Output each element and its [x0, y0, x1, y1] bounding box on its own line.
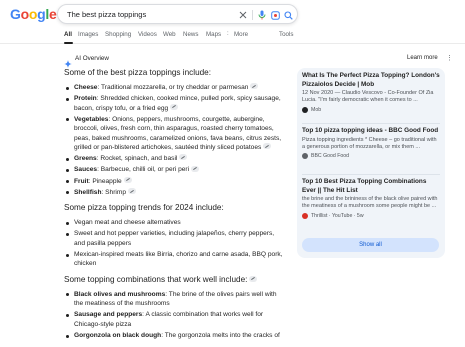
item-text: Sweet and hot pepper varieties, includin…: [74, 230, 275, 247]
list-item: Shellfish: Shrimp: [64, 188, 286, 197]
list-item: Greens: Rocket, spinach, and basil: [64, 154, 286, 163]
list-item: Cheese: Traditional mozzarella, or try c…: [64, 83, 286, 92]
source-snippet: 12 Nov 2020 — Claudio Vescovo - Co-Found…: [302, 90, 434, 104]
item-text: : Shredded chicken, cooked mince, pulled…: [74, 95, 281, 112]
site-name: Thrillist · YouTube · 5w: [311, 212, 364, 219]
source-card[interactable]: What Is The Perfect Pizza Topping? Londo…: [297, 72, 445, 113]
list-item: Sausage and peppers: A classic combinati…: [64, 310, 286, 329]
source-link-icon[interactable]: [263, 143, 272, 150]
source-title[interactable]: Top 10 Best Pizza Topping Combinations E…: [302, 178, 440, 195]
more-options-icon[interactable]: ⋮: [446, 54, 453, 64]
toppings-list: Cheese: Traditional mozzarella, or try c…: [64, 83, 286, 197]
search-tabs: All Images Shopping Videos Web News Maps…: [0, 28, 465, 44]
search-box[interactable]: The best pizza toppings: [57, 4, 298, 24]
logo-letter: e: [48, 6, 57, 22]
trends-list: Vegan meat and cheese alternatives Sweet…: [64, 218, 286, 269]
list-item: Sauces: Barbecue, chilli oil, or peri pe…: [64, 165, 286, 174]
divider: :: [227, 31, 229, 37]
combinations-list: Black olives and mushrooms: The brine of…: [64, 290, 286, 341]
clear-icon[interactable]: [237, 9, 249, 21]
section-heading: Some topping combinations that work well…: [64, 275, 286, 285]
site-favicon-icon: [302, 106, 308, 113]
ai-overview-content: Some of the best pizza toppings include:…: [64, 68, 286, 347]
tools-button[interactable]: Tools: [279, 31, 293, 38]
search-input[interactable]: The best pizza toppings: [67, 10, 146, 19]
microphone-icon[interactable]: [256, 9, 268, 21]
item-text: : Traditional mozzarella, or try cheddar…: [97, 84, 249, 91]
source-link-icon[interactable]: [191, 165, 200, 172]
logo-letter: g: [37, 6, 46, 22]
item-term: Protein: [74, 95, 97, 103]
item-term: Sausage and peppers: [74, 311, 143, 319]
source-site: Thrillist · YouTube · 5w: [302, 212, 440, 219]
section-heading: Some pizza topping trends for 2024 inclu…: [64, 203, 224, 213]
list-item: Fruit: Pineapple: [64, 176, 286, 186]
site-name: BBC Good Food: [311, 153, 350, 160]
source-link-icon[interactable]: [249, 275, 258, 282]
list-item: Protein: Shredded chicken, cooked mince,…: [64, 94, 286, 113]
search-header: Google The best pizza toppings: [0, 0, 465, 28]
logo-letter: o: [20, 6, 30, 22]
site-favicon-icon: [302, 212, 308, 219]
source-site: Mob: [302, 106, 440, 113]
tab-maps[interactable]: Maps: [206, 31, 221, 38]
divider: [302, 123, 440, 124]
ai-overview-title: AI Overview: [75, 55, 109, 62]
tab-web[interactable]: Web: [163, 31, 176, 38]
active-tab-indicator: [64, 42, 73, 44]
google-logo[interactable]: Google: [10, 6, 57, 22]
tab-shopping[interactable]: Shopping: [105, 31, 131, 38]
source-link-icon[interactable]: [128, 188, 137, 195]
list-item: Gorgonzola on black dough: The gorgonzol…: [64, 331, 286, 340]
source-link-icon[interactable]: [170, 103, 179, 110]
source-link-icon[interactable]: [250, 83, 259, 90]
list-item: Sweet and hot pepper varieties, includin…: [64, 229, 286, 248]
source-link-icon[interactable]: [179, 154, 188, 161]
source-link-icon[interactable]: [123, 176, 132, 183]
show-all-button[interactable]: Show all: [302, 238, 439, 252]
item-term: Fruit: [74, 177, 89, 185]
source-card[interactable]: Top 10 pizza topping ideas - BBC Good Fo…: [297, 127, 445, 160]
search-icon[interactable]: [282, 9, 294, 21]
site-favicon-icon: [302, 153, 308, 160]
item-text: : Rocket, spinach, and basil: [96, 155, 178, 163]
item-term: Vegetables: [74, 115, 109, 123]
tab-all[interactable]: All: [64, 31, 72, 38]
item-term: Black olives and mushrooms: [74, 290, 166, 298]
section-heading: Some of the best pizza toppings include:: [64, 68, 212, 77]
source-card[interactable]: Top 10 Best Pizza Topping Combinations E…: [297, 178, 445, 219]
item-text: Mexican-inspired meats like Birria, chor…: [74, 251, 283, 268]
list-item: Black olives and mushrooms: The brine of…: [64, 290, 286, 309]
source-snippet: the brine and the brininess of the black…: [302, 196, 438, 210]
item-text: : Shrimp: [101, 188, 127, 196]
heading-text: Some topping combinations that work well…: [64, 274, 248, 284]
tab-more[interactable]: More: [234, 31, 248, 38]
item-term: Sauces: [74, 166, 98, 174]
item-text: Vegan meat and cheese alternatives: [74, 219, 181, 227]
site-name: Mob: [311, 106, 322, 113]
divider: [302, 174, 440, 175]
source-title[interactable]: Top 10 pizza topping ideas - BBC Good Fo…: [302, 127, 440, 136]
item-term: Shellfish: [74, 188, 102, 196]
list-item: Vegan meat and cheese alternatives: [64, 218, 286, 227]
item-term: Cheese: [74, 84, 98, 91]
item-text: : The gorgonzola melts into the cracks o…: [161, 332, 280, 340]
item-text: : Barbecue, chilli oil, or peri peri: [97, 166, 190, 174]
camera-lens-icon[interactable]: [269, 9, 281, 21]
tab-videos[interactable]: Videos: [138, 31, 157, 38]
learn-more-link[interactable]: Learn more: [407, 55, 438, 61]
tab-news[interactable]: News: [183, 31, 198, 38]
item-text: : Pineapple: [88, 177, 122, 185]
source-snippet: Pizza topping ingredients * Cheese – go …: [302, 136, 437, 150]
logo-letter: G: [10, 6, 21, 22]
logo-letter: o: [28, 6, 38, 22]
item-term: Greens: [74, 155, 97, 163]
source-title[interactable]: What Is The Perfect Pizza Topping? Londo…: [302, 72, 440, 89]
list-item: Mexican-inspired meats like Birria, chor…: [64, 250, 286, 269]
item-term: Gorgonzola on black dough: [74, 332, 162, 340]
tab-images[interactable]: Images: [78, 31, 98, 38]
sources-panel: What Is The Perfect Pizza Topping? Londo…: [297, 68, 445, 258]
list-item: Vegetables: Onions, peppers, mushrooms, …: [64, 115, 286, 153]
source-site: BBC Good Food: [302, 153, 440, 160]
